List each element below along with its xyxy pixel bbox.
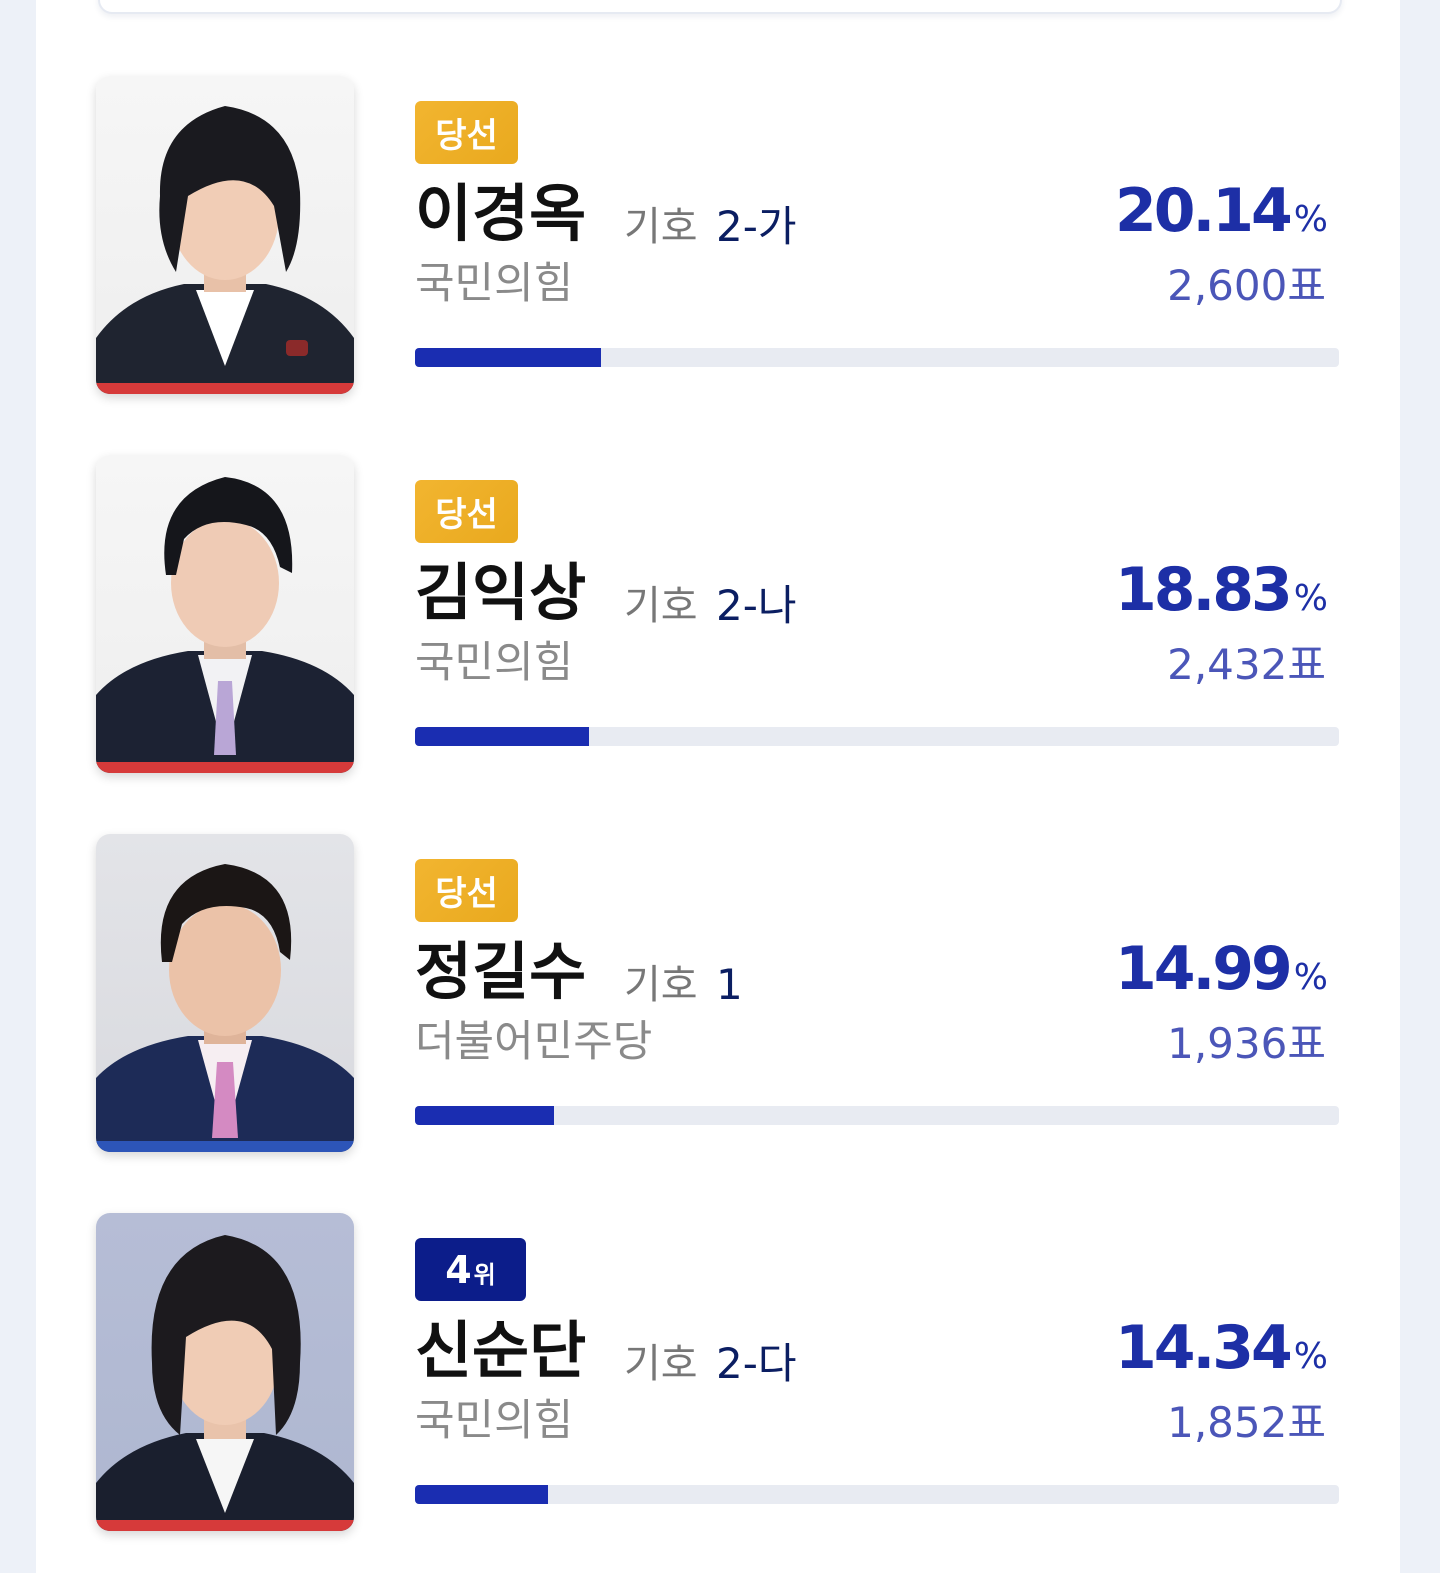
vote-share-bar	[415, 727, 1339, 746]
candidate-name: 김익상	[415, 556, 587, 629]
ballot-number-label: 기호	[624, 1341, 698, 1387]
rank-badge: 4위	[415, 1238, 526, 1301]
vote-share-fill	[415, 1106, 554, 1125]
vote-share-fill	[415, 348, 602, 367]
vote-percent-value: 18.83	[1114, 555, 1293, 625]
candidate-photo	[96, 76, 354, 394]
vote-percent: 14.99%	[1115, 934, 1328, 1019]
party-name: 국민의힘	[415, 259, 574, 309]
party-color-strip	[96, 383, 354, 394]
elected-badge: 당선	[415, 859, 518, 922]
percent-unit: %	[1293, 957, 1328, 998]
candidate-photo	[96, 834, 354, 1152]
ballot-number: 2-가	[716, 202, 797, 251]
candidate-card[interactable]: 4위 신순단 기호 2-다 국민의힘 14.34% 1,852표	[96, 1213, 1342, 1533]
party-name: 국민의힘	[415, 1396, 574, 1446]
vote-share-bar	[415, 1106, 1339, 1125]
woman-portrait-icon	[96, 106, 354, 394]
candidate-photo	[96, 455, 354, 773]
vote-count: 1,936표	[1167, 1019, 1326, 1068]
rank-unit: 위	[473, 1261, 496, 1289]
vote-share-fill	[415, 727, 589, 746]
percent-unit: %	[1293, 1336, 1328, 1377]
candidate-card[interactable]: 당선 정길수 기호 1 더불어민주당 14.99% 1,936표	[96, 834, 1342, 1154]
ballot-number: 2-나	[716, 581, 797, 630]
ballot-number-label: 기호	[624, 583, 698, 629]
previous-card-edge	[98, 0, 1342, 14]
party-color-strip	[96, 1141, 354, 1152]
elected-badge: 당선	[415, 480, 518, 543]
ballot-number-label: 기호	[624, 962, 698, 1008]
party-color-strip	[96, 762, 354, 773]
vote-count: 2,432표	[1167, 640, 1326, 689]
vote-percent-value: 14.99	[1114, 934, 1293, 1004]
candidate-card[interactable]: 당선 김익상 기호 2-나 국민의힘 18.83% 2,432표	[96, 455, 1342, 775]
vote-share-bar	[415, 348, 1339, 367]
party-name: 더불어민주당	[415, 1017, 653, 1067]
ballot-number-label: 기호	[624, 204, 698, 250]
percent-unit: %	[1293, 199, 1328, 240]
vote-share-fill	[415, 1485, 548, 1504]
vote-percent: 20.14%	[1115, 176, 1328, 261]
ballot-number: 1	[716, 960, 743, 1009]
vote-percent: 14.34%	[1115, 1313, 1328, 1398]
vote-count: 2,600표	[1167, 261, 1326, 310]
man-portrait-icon	[96, 477, 354, 773]
candidate-card[interactable]: 당선 이경옥 기호 2-가 국민의힘 20.14% 2,600표	[96, 76, 1342, 396]
party-name: 국민의힘	[415, 638, 574, 688]
candidate-name: 이경옥	[415, 177, 587, 250]
man-portrait-icon	[96, 864, 354, 1152]
elected-badge: 당선	[415, 101, 518, 164]
vote-share-bar	[415, 1485, 1339, 1504]
vote-percent-value: 14.34	[1114, 1313, 1293, 1383]
vote-percent: 18.83%	[1115, 555, 1328, 640]
vote-percent-value: 20.14	[1114, 176, 1293, 246]
candidate-name: 신순단	[415, 1314, 587, 1387]
vote-count: 1,852표	[1167, 1398, 1326, 1447]
party-color-strip	[96, 1520, 354, 1531]
candidate-name: 정길수	[415, 935, 587, 1008]
ballot-number: 2-다	[716, 1339, 797, 1388]
percent-unit: %	[1293, 578, 1328, 619]
candidate-photo	[96, 1213, 354, 1531]
rank-number: 4	[445, 1247, 472, 1292]
woman-portrait-icon	[96, 1235, 354, 1531]
